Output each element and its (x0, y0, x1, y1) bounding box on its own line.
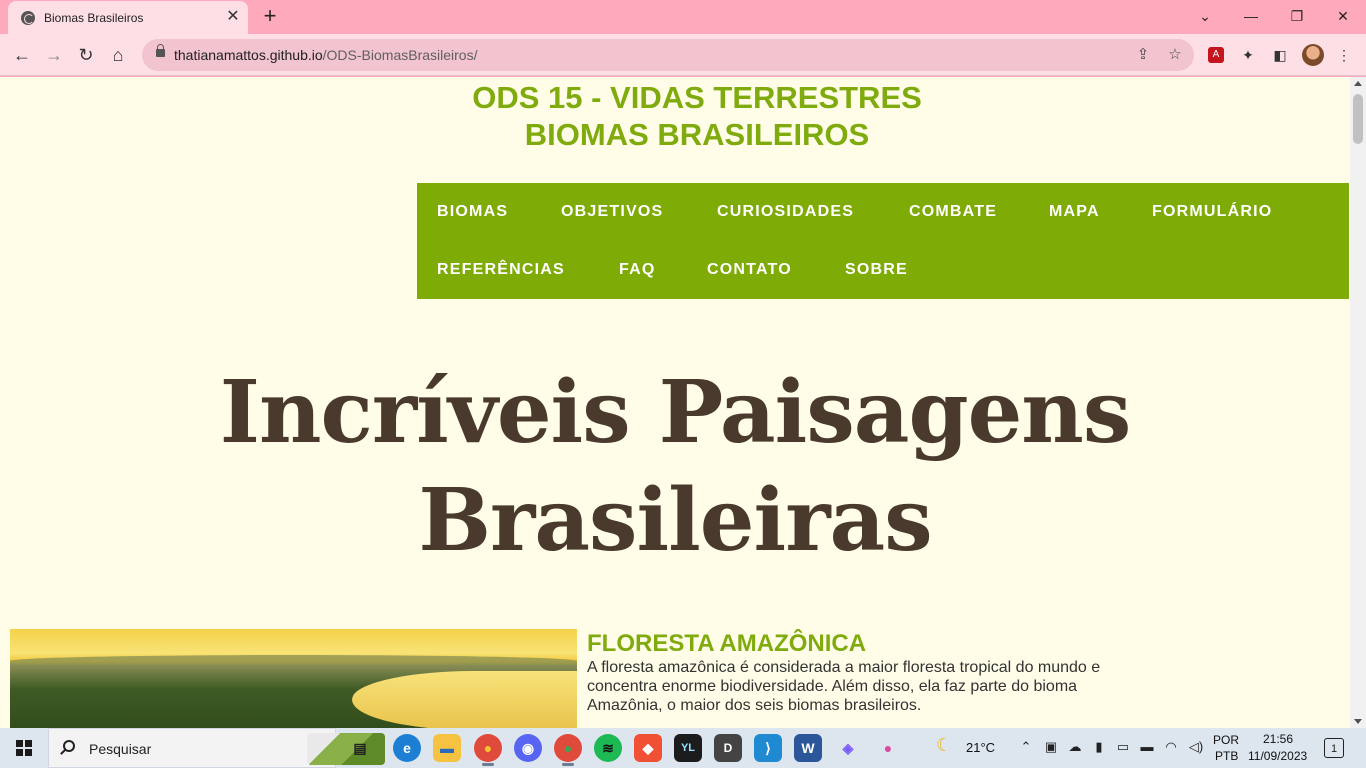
restore-button[interactable]: ❐ (1283, 4, 1311, 28)
biome-title: FLORESTA AMAZÔNICA (587, 630, 867, 657)
chrome-profile-icon[interactable]: ● (554, 734, 582, 766)
word-icon[interactable]: W (794, 734, 822, 762)
scrollbar-thumb[interactable] (1353, 94, 1363, 144)
acrobat-extension-icon[interactable]: A (1208, 47, 1224, 63)
image-hills (10, 655, 577, 667)
tab-strip: Biomas Brasileiros ✕ + ⌄ — ❐ ✕ (0, 0, 1366, 34)
minimize-button[interactable]: — (1237, 4, 1265, 28)
drop-app-icon[interactable]: ● (874, 734, 902, 762)
hero-line2: Brasileiras (418, 470, 932, 571)
task-view-icon[interactable]: ▤ (346, 734, 374, 762)
windows-taskbar: Pesquisar ▤ e ▬ ● ◉ ● ≋ ◆ YL D ⟩ W ◈ ● ☾… (0, 728, 1366, 768)
scroll-down-arrow-icon[interactable] (1354, 719, 1362, 724)
nav-objetivos[interactable]: OBJETIVOS (561, 203, 663, 221)
chrome-icon[interactable]: ● (474, 734, 502, 766)
scroll-up-arrow-icon[interactable] (1354, 81, 1362, 86)
bookmark-star-icon[interactable]: ☆ (1166, 46, 1184, 64)
nav-formulario[interactable]: FORMULÁRIO (1152, 203, 1272, 221)
vscode-icon[interactable]: ⟩ (754, 734, 782, 762)
new-tab-button[interactable]: + (258, 5, 282, 29)
site-title-line1: ODS 15 - VIDAS TERRESTRES (472, 80, 922, 115)
browser-menu-icon[interactable]: ⋮ (1334, 45, 1354, 65)
nav-referencias[interactable]: REFERÊNCIAS (437, 261, 565, 279)
share-icon[interactable]: ⇪ (1134, 46, 1152, 64)
hero-line1: Incríveis Paisagens (219, 362, 1132, 463)
wifi-icon[interactable]: ◠ (1163, 739, 1179, 755)
close-tab-icon[interactable]: ✕ (225, 9, 241, 25)
page-viewport: ODS 15 - VIDAS TERRESTRES BIOMAS BRASILE… (0, 77, 1350, 728)
taskbar-search[interactable]: Pesquisar (48, 728, 385, 768)
nav-combate[interactable]: COMBATE (909, 203, 997, 221)
image-river (332, 671, 577, 728)
edge-icon[interactable]: e (393, 734, 421, 762)
file-explorer-icon[interactable]: ▬ (433, 734, 461, 762)
gem-app-icon[interactable]: ◈ (834, 734, 862, 762)
site-title-line2: BIOMAS BRASILEIROS (524, 117, 870, 152)
back-button[interactable]: ← (9, 42, 35, 68)
clock-date[interactable]: 11/09/2023 (1248, 749, 1307, 763)
nav-contato[interactable]: CONTATO (707, 261, 792, 279)
clock-time[interactable]: 21:56 (1263, 732, 1293, 746)
browser-tab[interactable]: Biomas Brasileiros ✕ (8, 1, 248, 34)
nav-biomas[interactable]: BIOMAS (437, 203, 508, 221)
home-button[interactable]: ⌂ (105, 42, 131, 68)
amazon-forest-image (10, 629, 577, 728)
start-windows-icon[interactable] (16, 740, 32, 756)
search-placeholder: Pesquisar (89, 741, 152, 757)
url-host: thatianamattos.github.io (174, 47, 323, 63)
tab-search-button[interactable]: ⌄ (1191, 4, 1219, 28)
side-panel-icon[interactable]: ◧ (1270, 45, 1290, 65)
profile-avatar[interactable] (1302, 44, 1324, 66)
display-icon[interactable]: ▭ (1115, 739, 1131, 755)
close-window-button[interactable]: ✕ (1329, 4, 1357, 28)
search-icon (63, 740, 75, 752)
address-bar[interactable]: thatianamattos.github.io/ODS-BiomasBrasi… (142, 39, 1194, 71)
extensions-puzzle-icon[interactable]: ✦ (1238, 45, 1258, 65)
nav-sobre[interactable]: SOBRE (845, 261, 908, 279)
nav-mapa[interactable]: MAPA (1049, 203, 1100, 221)
spotify-icon[interactable]: ≋ (594, 734, 622, 762)
language-line1[interactable]: POR (1213, 733, 1239, 747)
discord-icon[interactable]: ◉ (514, 734, 542, 762)
url-text[interactable]: thatianamattos.github.io/ODS-BiomasBrasi… (174, 47, 477, 63)
meet-now-icon[interactable]: ▣ (1043, 739, 1059, 755)
tab-title: Biomas Brasileiros (44, 11, 144, 25)
nav-faq[interactable]: FAQ (619, 261, 656, 279)
globe-icon (21, 11, 35, 25)
language-line2[interactable]: PTB (1215, 749, 1238, 763)
git-icon[interactable]: ◆ (634, 734, 662, 762)
biome-description: A floresta amazônica é considerada a mai… (587, 659, 1101, 714)
url-path: /ODS-BiomasBrasileiros/ (322, 47, 478, 63)
volume-icon[interactable]: ◁) (1186, 739, 1206, 755)
main-navigation: BIOMAS OBJETIVOS CURIOSIDADES COMBATE MA… (417, 183, 1349, 299)
forward-button[interactable]: → (41, 42, 67, 68)
reload-button[interactable]: ↻ (73, 42, 99, 68)
site-title: ODS 15 - VIDAS TERRESTRES BIOMAS BRASILE… (0, 79, 1350, 153)
notification-count[interactable]: 1 (1324, 738, 1344, 758)
weather-temperature[interactable]: 21°C (966, 740, 995, 755)
hero-heading: Incríveis Paisagens Brasileiras (0, 359, 1350, 575)
nav-curiosidades[interactable]: CURIOSIDADES (717, 203, 854, 221)
page-scrollbar[interactable] (1350, 77, 1366, 728)
onedrive-icon[interactable]: ☁ (1067, 739, 1083, 755)
show-hidden-icons-icon[interactable]: ⌃ (1018, 739, 1034, 755)
lock-icon[interactable] (156, 44, 165, 57)
yl-app-icon[interactable]: YL (674, 734, 702, 762)
moon-weather-icon: ☾ (936, 735, 953, 755)
microphone-icon[interactable]: ▮ (1091, 739, 1107, 755)
d-app-icon[interactable]: D (714, 734, 742, 762)
browser-toolbar: ← → ↻ ⌂ thatianamattos.github.io/ODS-Bio… (0, 34, 1366, 76)
battery-icon[interactable]: ▬ (1139, 739, 1155, 755)
